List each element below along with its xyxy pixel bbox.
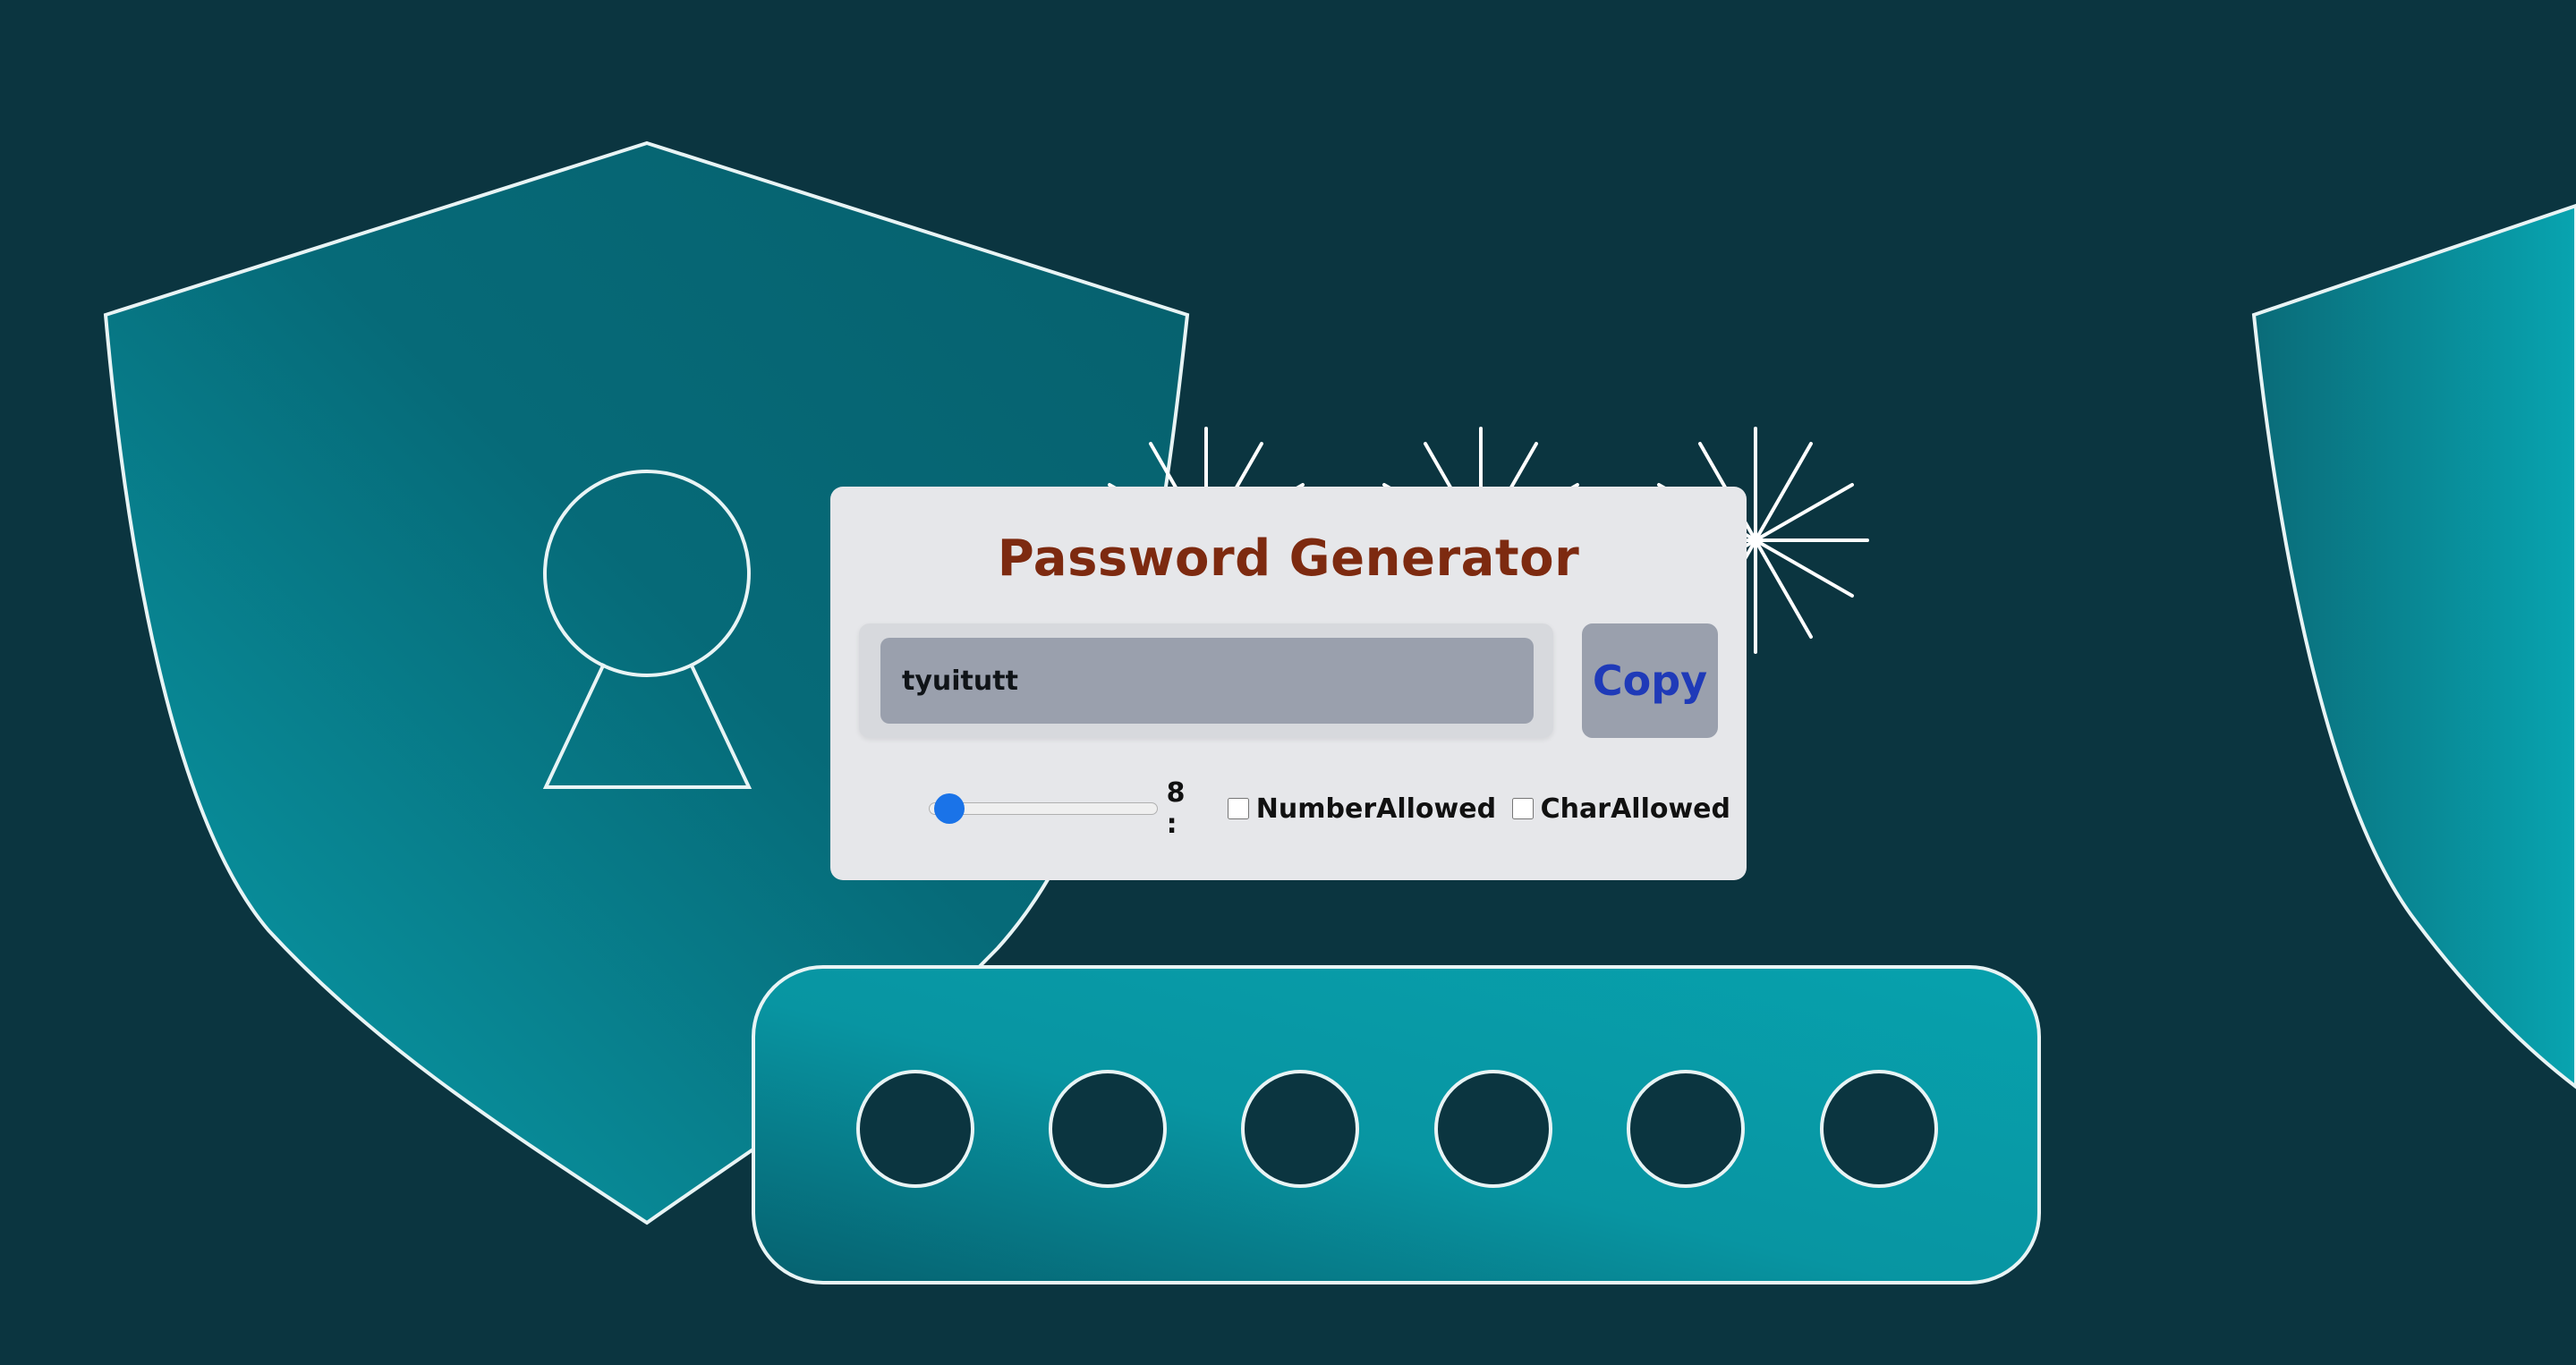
number-allowed-label[interactable]: NumberAllowed [1256,793,1496,825]
shield-partial-icon [2251,203,2576,1089]
char-allowed-label[interactable]: CharAllowed [1541,793,1730,825]
char-allowed-checkbox[interactable] [1512,798,1534,819]
password-dots-bar [752,965,2041,1284]
password-field-wrapper [859,623,1553,738]
password-generator-card: Password Generator Copy 8 : NumberAllowe… [830,487,1747,880]
options-row: 8 : NumberAllowed CharAllowed [929,777,1747,840]
password-output-field[interactable] [880,638,1534,724]
copy-button[interactable]: Copy [1582,623,1718,738]
number-allowed-checkbox[interactable] [1228,798,1249,819]
length-label: 8 : [1166,777,1186,840]
length-slider[interactable] [929,802,1158,815]
page-title: Password Generator [997,530,1580,588]
